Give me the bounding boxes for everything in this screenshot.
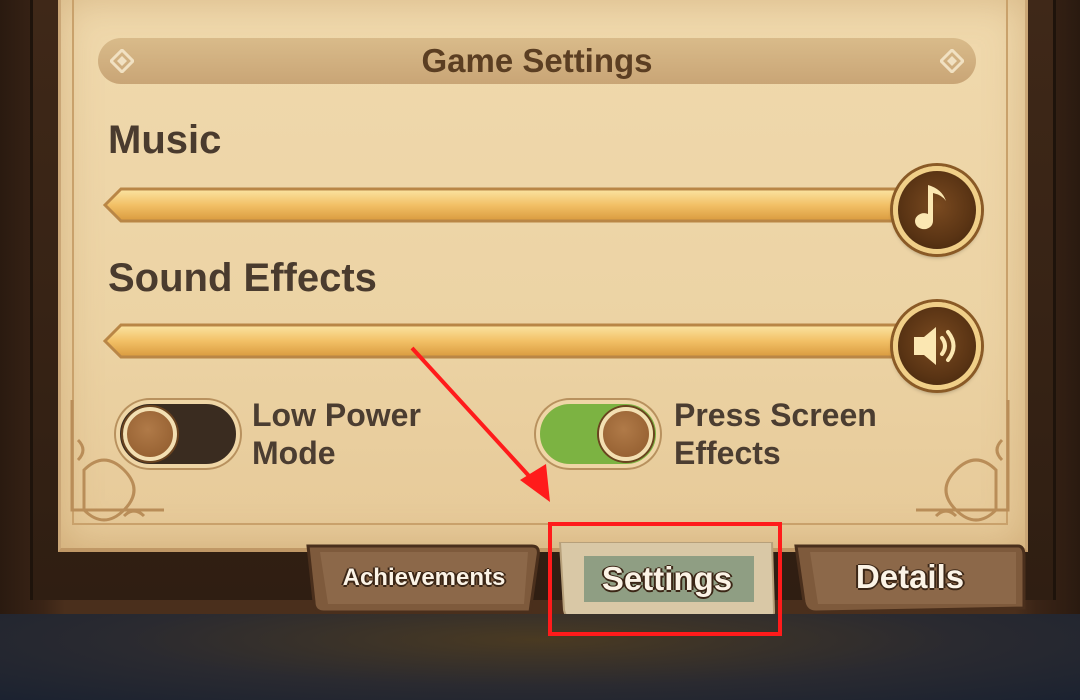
settings-tab-highlight [548, 522, 782, 636]
speaker-icon [914, 327, 956, 365]
tab-details[interactable]: Details [794, 542, 1026, 614]
low-power-mode-label-line2: Mode [252, 435, 336, 471]
low-power-mode-label: Low Power Mode [252, 396, 421, 472]
sound-effects-label: Sound Effects [108, 256, 377, 300]
music-label: Music [108, 118, 222, 162]
tab-achievements-label: Achievements [342, 564, 506, 591]
press-screen-effects-label-line2: Effects [674, 435, 781, 471]
toggle-thumb [123, 407, 177, 461]
page-title: Game Settings [421, 42, 653, 79]
tab-achievements[interactable]: Achievements [306, 542, 542, 614]
press-screen-effects-label: Press Screen Effects [674, 396, 877, 472]
low-power-mode-toggle[interactable] [116, 400, 240, 468]
music-knob[interactable] [893, 166, 981, 254]
tab-details-label: Details [855, 558, 965, 595]
low-power-mode-label-line1: Low Power [252, 397, 421, 433]
corner-ornament-right [916, 400, 1010, 522]
background-blur [0, 614, 1080, 700]
toggle-thumb [599, 407, 653, 461]
press-screen-effects-label-line1: Press Screen [674, 397, 877, 433]
game-settings-banner: Game Settings [98, 38, 976, 84]
music-note-icon [915, 185, 946, 230]
annotation-arrow-icon [410, 346, 550, 502]
sound-effects-knob[interactable] [893, 302, 981, 390]
music-slider[interactable] [103, 186, 915, 224]
banner-ornament-right-icon [940, 49, 964, 73]
